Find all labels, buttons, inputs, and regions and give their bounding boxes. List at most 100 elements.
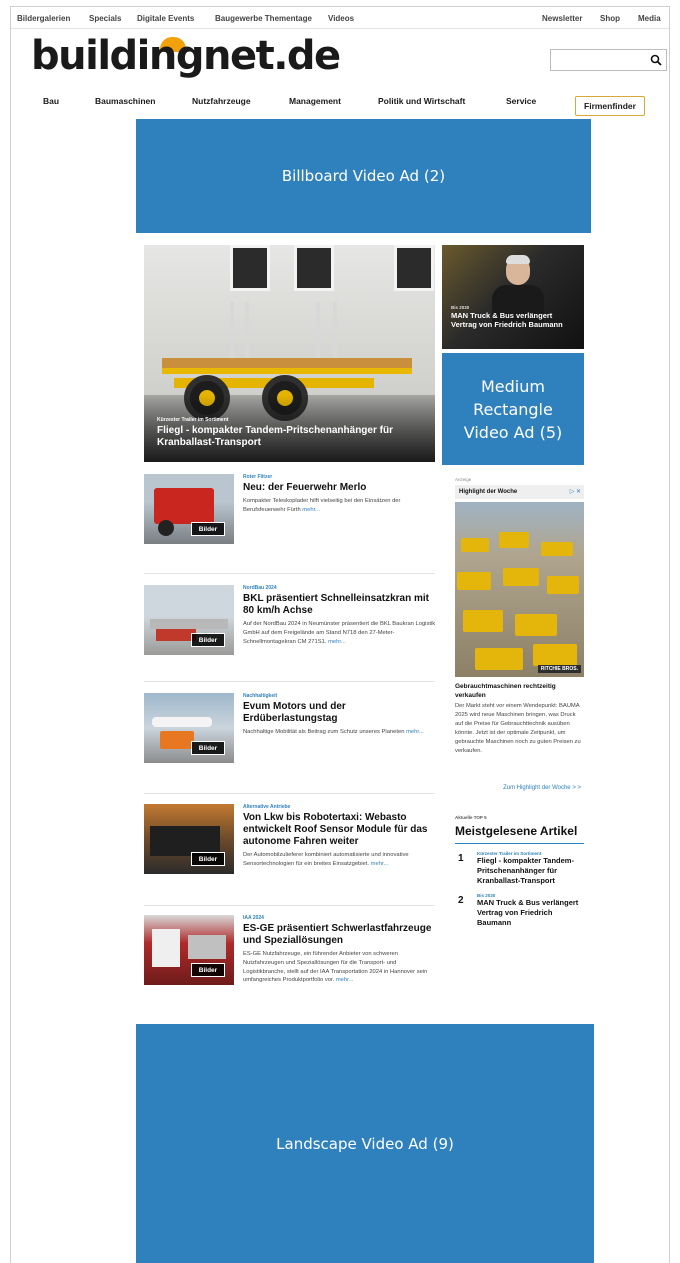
list-item[interactable]: Bilder IAA 2024 ES-GE präsentiert Schwer… (144, 915, 435, 1015)
ritchie-bros-logo: RITCHIE BROS. (537, 665, 581, 673)
highlight-link[interactable]: Zum Highlight der Woche > > (455, 785, 581, 791)
top5-item-title[interactable]: Fliegl - kompakter Tandem-Pritschenanhän… (477, 856, 584, 886)
hero-image-window (394, 245, 434, 291)
side-teaser-title[interactable]: MAN Truck & Bus verlängert Vertrag von F… (451, 311, 579, 329)
highlight-headline[interactable]: Gebrauchtmaschinen rechtzeitig verkaufen (455, 682, 584, 700)
article-text: Nachhaltigkeit Evum Motors und der Erdüb… (243, 693, 437, 737)
top5-rank: 2 (458, 895, 464, 906)
excavator-shape (457, 572, 491, 590)
top5-heading: Meistgelesene Artikel (455, 823, 584, 844)
excavator-shape (541, 542, 573, 556)
topbar-link-specials[interactable]: Specials (89, 14, 121, 23)
top5-kicker: Aktuelle TOP 5 (455, 815, 487, 820)
divider (144, 905, 435, 906)
topbar-link-newsletter[interactable]: Newsletter (542, 14, 582, 23)
thumb-shape (152, 929, 180, 967)
article-thumbnail[interactable]: Bilder (144, 804, 234, 874)
article-teaser: Auf der NordBau 2024 in Neumünster präse… (243, 620, 437, 646)
firmenfinder-button[interactable]: Firmenfinder (575, 96, 645, 116)
nav-item-service[interactable]: Service (506, 96, 536, 106)
article-title[interactable]: Neu: der Feuerwehr Merlo (243, 482, 437, 494)
article-teaser: ES-GE Nutzfahrzeuge, ein führender Anbie… (243, 950, 437, 985)
article-thumbnail[interactable]: Bilder (144, 585, 234, 655)
hero-kicker: Kürzester Trailer im Sortiment (157, 417, 229, 423)
highlight-image[interactable]: RITCHIE BROS. (455, 502, 584, 677)
bilder-button[interactable]: Bilder (191, 522, 225, 536)
list-item[interactable]: Bilder Nachhaltigkeit Evum Motors und de… (144, 693, 435, 773)
article-text: Alternative Antriebe Von Lkw bis Roboter… (243, 804, 437, 869)
article-text: Roter Flitzer Neu: der Feuerwehr Merlo K… (243, 474, 437, 515)
more-link[interactable]: mehr... (371, 861, 389, 867)
highlight-ad[interactable]: Highlight der Woche ▷ ✕ RITCHIE BROS. Ge… (455, 485, 584, 800)
top5-item[interactable]: 1 Kürzester Trailer im Sortiment Fliegl … (455, 851, 584, 886)
thumb-shape (160, 731, 194, 749)
thumb-shape (152, 717, 212, 727)
excavator-shape (515, 614, 557, 636)
hero-title[interactable]: Fliegl - kompakter Tandem-Pritschenanhän… (157, 425, 427, 449)
top-bar: Bildergalerien Specials Digitale Events … (11, 7, 669, 29)
excavator-shape (503, 568, 539, 586)
medium-rectangle-video-ad[interactable]: Medium Rectangle Video Ad (5) (442, 353, 584, 465)
divider (144, 573, 435, 574)
article-kicker: IAA 2024 (243, 915, 264, 921)
search-input[interactable] (555, 53, 640, 67)
hero-image-stake (245, 302, 249, 362)
bilder-button[interactable]: Bilder (191, 963, 225, 977)
nav-item-nutzfahrzeuge[interactable]: Nutzfahrzeuge (192, 96, 251, 106)
nav-item-politik-und-wirtschaft[interactable]: Politik und Wirtschaft (378, 96, 465, 106)
excavator-shape (463, 610, 503, 632)
page-frame: Bildergalerien Specials Digitale Events … (10, 6, 670, 1263)
topbar-link-baugewerbe-thementage[interactable]: Baugewerbe Thementage (215, 14, 312, 23)
excavator-shape (533, 644, 577, 666)
topbar-link-shop[interactable]: Shop (600, 14, 620, 23)
article-teaser: Kompakter Teleskoplader hilft vielseitig… (243, 497, 437, 515)
article-title[interactable]: ES-GE präsentiert Schwerlastfahrzeuge un… (243, 923, 437, 947)
bilder-button[interactable]: Bilder (191, 741, 225, 755)
bilder-button[interactable]: Bilder (191, 852, 225, 866)
article-thumbnail[interactable]: Bilder (144, 693, 234, 763)
nav-item-bau[interactable]: Bau (43, 96, 59, 106)
top5-item-title[interactable]: MAN Truck & Bus verlängert Vertrag von F… (477, 898, 584, 928)
topbar-link-videos[interactable]: Videos (328, 14, 354, 23)
article-title[interactable]: Evum Motors und der Erdüberlastungstag (243, 701, 437, 725)
list-item[interactable]: Bilder NordBau 2024 BKL präsentiert Schn… (144, 585, 435, 670)
topbar-link-bildergalerien[interactable]: Bildergalerien (17, 14, 70, 23)
highlight-body: Der Markt steht vor einem Wendepunkt: BA… (455, 703, 581, 754)
bilder-button[interactable]: Bilder (191, 633, 225, 647)
hero-article[interactable]: Kürzester Trailer im Sortiment Fliegl - … (144, 245, 435, 462)
hero-image-window (294, 245, 334, 291)
hero-image-stake (333, 302, 337, 362)
article-title[interactable]: Von Lkw bis Robotertaxi: Webasto entwick… (243, 812, 437, 848)
top5-item[interactable]: 2 Bis 2030 MAN Truck & Bus verlängert Ve… (455, 893, 584, 928)
billboard-video-ad[interactable]: Billboard Video Ad (2) (136, 119, 591, 233)
list-item[interactable]: Bilder Alternative Antriebe Von Lkw bis … (144, 804, 435, 884)
topbar-link-media[interactable]: Media (638, 14, 661, 23)
article-thumbnail[interactable]: Bilder (144, 915, 234, 985)
more-link[interactable]: mehr... (302, 507, 320, 513)
side-teaser-article[interactable]: Bis 2030 MAN Truck & Bus verlängert Vert… (442, 245, 584, 349)
search-icon[interactable] (650, 54, 662, 66)
ad-choices-icon[interactable]: ▷ ✕ (570, 488, 581, 495)
anzeige-label: Anzeige (455, 477, 472, 482)
article-teaser: Der Automobilzulieferer kombiniert autom… (243, 851, 437, 869)
more-link[interactable]: mehr... (406, 729, 424, 735)
thumb-shape (188, 935, 226, 959)
list-item[interactable]: Bilder Roter Flitzer Neu: der Feuerwehr … (144, 474, 435, 554)
site-logo[interactable]: buildingnet.de (31, 34, 341, 78)
excavator-shape (475, 648, 523, 670)
nav-item-baumaschinen[interactable]: Baumaschinen (95, 96, 155, 106)
article-teaser-text: Kompakter Teleskoplader hilft vielseitig… (243, 498, 401, 513)
divider (144, 793, 435, 794)
article-thumbnail[interactable]: Bilder (144, 474, 234, 544)
landscape-video-ad[interactable]: Landscape Video Ad (9) (136, 1024, 594, 1263)
article-kicker: Nachhaltigkeit (243, 693, 278, 699)
excavator-shape (547, 576, 579, 594)
more-link[interactable]: mehr... (336, 977, 354, 983)
topbar-link-digitale-events[interactable]: Digitale Events (137, 14, 194, 23)
article-teaser: Nachhaltige Mobilität als Beitrag zum Sc… (243, 728, 437, 737)
article-title[interactable]: BKL präsentiert Schnelleinsatzkran mit 8… (243, 593, 437, 617)
more-link[interactable]: mehr... (328, 639, 346, 645)
nav-item-management[interactable]: Management (289, 96, 341, 106)
top5-rank: 1 (458, 853, 464, 864)
article-teaser-text: Nachhaltige Mobilität als Beitrag zum Sc… (243, 729, 405, 735)
